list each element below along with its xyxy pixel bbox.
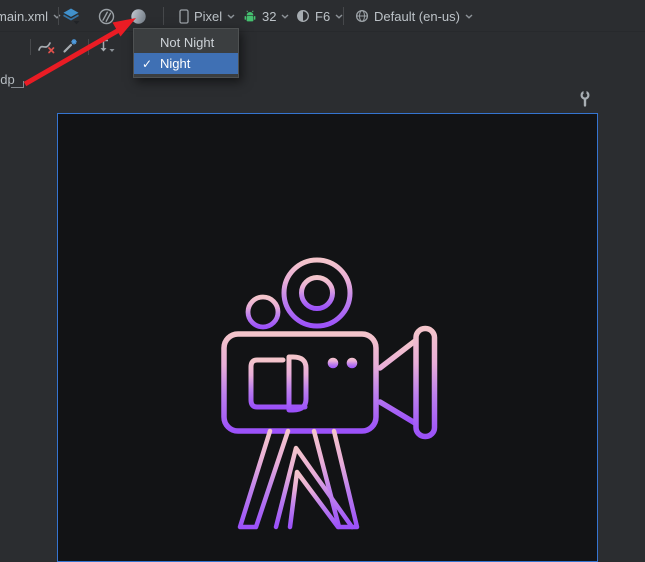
- chevron-down-icon: [227, 14, 235, 19]
- toolbar-separator: [88, 39, 89, 55]
- wrench-icon: [579, 90, 591, 108]
- toolbar-separator: [163, 7, 164, 25]
- night-mode-menu: Not Night ✓ Night: [133, 28, 239, 78]
- file-tab-label: main.xml: [0, 9, 48, 24]
- design-surface[interactable]: [57, 113, 598, 562]
- contrast-circle-icon: [296, 9, 310, 23]
- toolbar-separator: [343, 7, 344, 25]
- file-tab-selector[interactable]: main.xml: [0, 0, 61, 32]
- margin-ruler-icon: [96, 38, 116, 54]
- android-robot-icon: [243, 10, 257, 23]
- design-toolbar: main.xml Pixel: [0, 0, 645, 32]
- locale-selector[interactable]: Default (en-us): [355, 0, 473, 32]
- video-camera-artwork: [215, 255, 441, 535]
- magic-wand-icon: [61, 38, 79, 54]
- menu-item-label: Night: [160, 56, 190, 71]
- night-mode-button[interactable]: [129, 7, 148, 26]
- chevron-down-icon: [281, 14, 289, 19]
- curve-delete-icon: [37, 38, 56, 55]
- theme-selector[interactable]: F6: [296, 0, 343, 32]
- render-options-button[interactable]: [579, 90, 591, 108]
- infer-constraints-button[interactable]: [61, 38, 79, 54]
- chevron-down-icon: [465, 14, 473, 19]
- android-studio-layout-editor: { "header": { "file_tab": "main.xml", "d…: [0, 0, 645, 562]
- api-level-label: 32: [262, 9, 276, 24]
- circle-slash-icon: [97, 7, 116, 26]
- checkmark-icon: ✓: [134, 57, 160, 71]
- toolbar-separator: [30, 39, 31, 55]
- menu-item-night[interactable]: ✓ Night: [134, 53, 238, 74]
- api-level-selector[interactable]: 32: [243, 0, 289, 32]
- clear-constraints-button[interactable]: [37, 38, 56, 55]
- menu-item-label: Not Night: [160, 35, 214, 50]
- chevron-down-icon: [335, 14, 343, 19]
- margin-bracket-mark: [11, 81, 24, 88]
- moon-circle-icon: [129, 7, 148, 26]
- globe-icon: [355, 9, 369, 23]
- variant-button[interactable]: [97, 7, 116, 26]
- device-label: Pixel: [194, 9, 222, 24]
- constraint-toolbar: 0dp: [0, 33, 645, 60]
- default-margins-button[interactable]: [96, 38, 116, 54]
- locale-label: Default (en-us): [374, 9, 460, 24]
- toolbar-separator: [58, 7, 59, 25]
- phone-icon: [179, 9, 189, 24]
- layers-icon: [61, 6, 81, 26]
- menu-item-not-night[interactable]: Not Night: [134, 32, 238, 53]
- theme-label: F6: [315, 9, 330, 24]
- design-mode-button[interactable]: [61, 6, 81, 26]
